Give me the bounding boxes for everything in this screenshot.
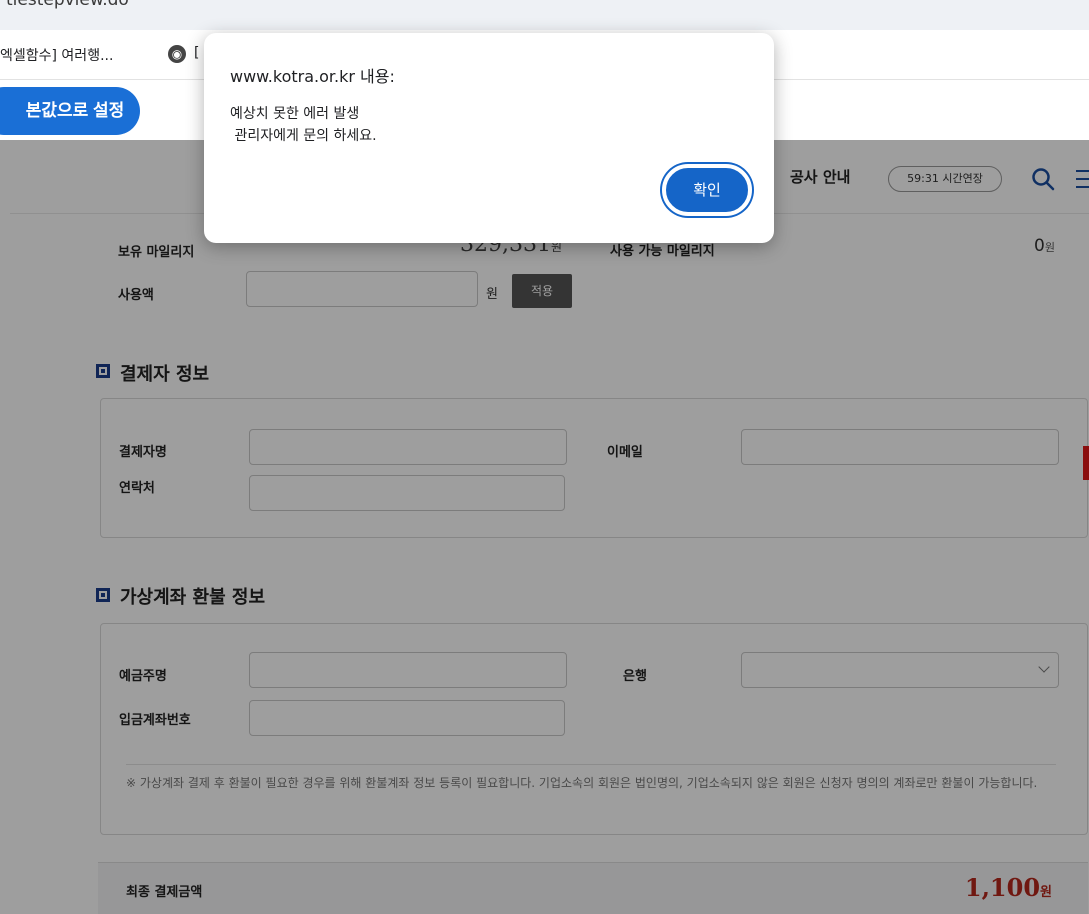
modal-overlay	[0, 140, 1089, 914]
bookmark-second[interactable]: [	[194, 45, 199, 61]
set-default-button[interactable]: 본값으로 설정	[0, 87, 140, 135]
dialog-title: www.kotra.or.kr 내용:	[230, 67, 395, 86]
url-text: tiestepview.do	[6, 0, 129, 10]
globe-icon: ◉	[168, 45, 186, 63]
address-bar[interactable]: tiestepview.do	[0, 0, 1089, 30]
dialog-message: 예상치 못한 에러 발생 관리자에게 문의 하세요.	[230, 106, 377, 144]
alert-dialog: www.kotra.or.kr 내용: 예상치 못한 에러 발생 관리자에게 문…	[204, 33, 774, 243]
dialog-ok-button[interactable]: 확인	[662, 164, 752, 216]
bookmark-excel[interactable]: 엑셀함수] 여러행...	[0, 45, 113, 65]
